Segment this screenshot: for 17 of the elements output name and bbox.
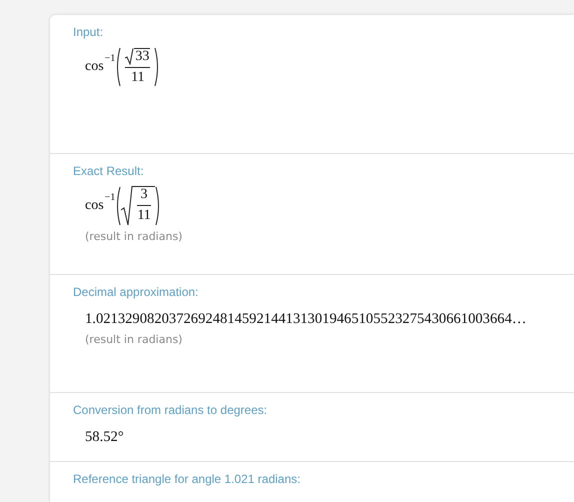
exponent: −1: [104, 192, 116, 203]
section-title: Exact Result:: [73, 164, 145, 178]
result-value: 58.52°: [85, 428, 125, 447]
function-name: cos: [85, 198, 104, 214]
function-name: cos: [85, 59, 104, 75]
numerator: 3: [140, 187, 148, 203]
result-note: (result in radians): [85, 333, 184, 346]
section-title: Reference triangle for angle 1.021 radians:: [73, 472, 302, 486]
result-value: 1.021329082037269248145921441313019465105523275430661003664…: [85, 310, 528, 329]
section-title: Decimal approximation:: [73, 285, 200, 299]
result-note: (result in radians): [85, 230, 184, 243]
numerator: 33: [134, 48, 150, 65]
section-title: Conversion from radians to degrees:: [73, 403, 268, 417]
denominator: 11: [137, 208, 151, 224]
denominator: 11: [131, 70, 145, 86]
section-title: Input:: [73, 25, 104, 39]
exponent: −1: [104, 53, 116, 64]
